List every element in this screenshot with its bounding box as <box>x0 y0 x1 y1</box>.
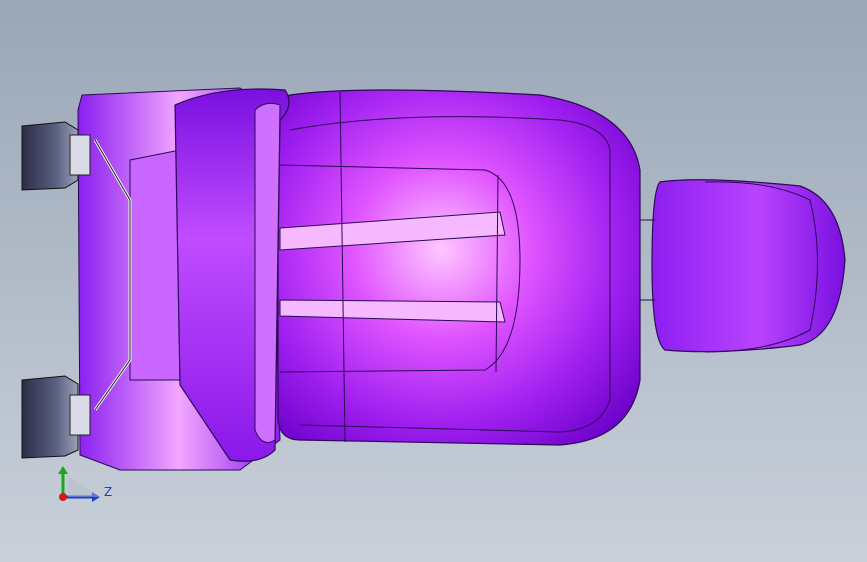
cad-viewport[interactable]: Z <box>0 0 867 562</box>
axis-triad <box>58 466 100 502</box>
seat-cushion[interactable] <box>277 89 641 446</box>
z-axis-label: Z <box>104 485 113 499</box>
headrest[interactable] <box>640 179 846 353</box>
seat-model-view[interactable] <box>0 0 867 562</box>
